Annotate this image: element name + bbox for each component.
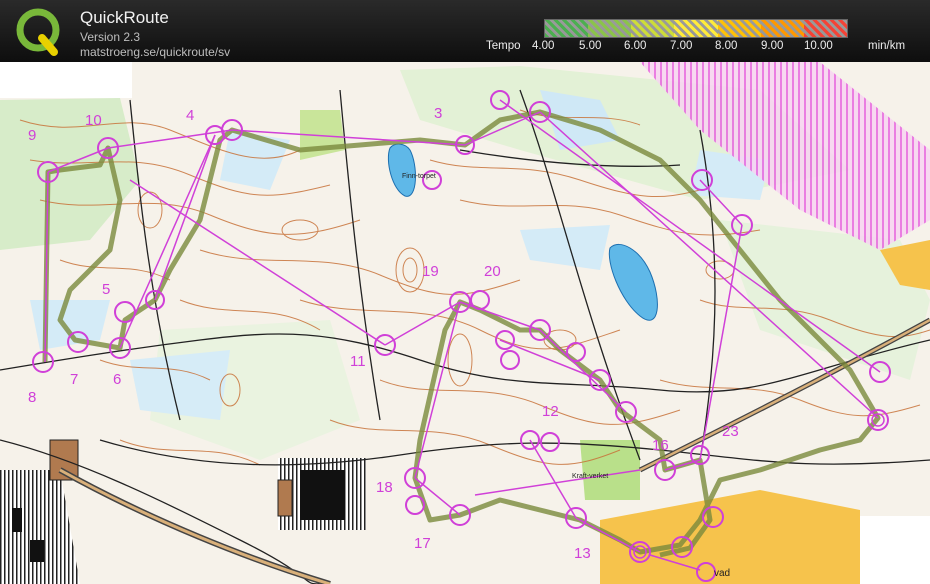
building [30, 540, 44, 562]
legend-tick: 7.00 [670, 40, 693, 52]
vegetation-area [580, 440, 640, 500]
control-number: 5 [102, 281, 110, 298]
control-number: 8 [28, 389, 36, 406]
bottom-place-label: vad [714, 568, 730, 579]
orienteering-map[interactable]: 9 10 4 3 5 7 6 8 19 20 11 12 16 23 18 17… [0, 62, 930, 584]
control-number: 10 [85, 112, 102, 129]
legend-tick: 9.00 [761, 40, 784, 52]
app-version: Version 2.3 [80, 30, 141, 44]
marsh-area [130, 350, 230, 420]
legend-tick: 4.00 [532, 40, 555, 52]
building [300, 470, 345, 520]
legend-segment [803, 20, 847, 37]
control-number: 17 [414, 535, 431, 552]
legend-segment [631, 20, 675, 37]
quickroute-logo-icon [16, 8, 60, 56]
control-number: 18 [376, 479, 393, 496]
control-number: 6 [113, 371, 121, 388]
control-number: 3 [434, 105, 442, 122]
app-title: QuickRoute [80, 8, 169, 27]
control-number: 19 [422, 263, 439, 280]
control-number: 23 [722, 423, 739, 440]
control-number: 20 [484, 263, 501, 280]
control-number: 7 [70, 371, 78, 388]
bottom-right-blank [860, 516, 930, 584]
legend-segment [545, 20, 589, 37]
legend-segment [717, 20, 761, 37]
control-number: 13 [574, 545, 591, 562]
legend-segment [588, 20, 632, 37]
control-number: 12 [542, 403, 559, 420]
legend-tick: 10.00 [804, 40, 833, 52]
control-number: 16 [652, 437, 669, 454]
app-header: QuickRoute Version 2.3 matstroeng.se/qui… [0, 0, 930, 62]
legend-segment [760, 20, 804, 37]
app-url[interactable]: matstroeng.se/quickroute/sv [80, 45, 230, 59]
control-number: 11 [350, 353, 366, 370]
legend-segment [674, 20, 718, 37]
legend-label: Tempo [486, 40, 521, 52]
pace-legend-bar [544, 19, 848, 38]
legend-tick: 5.00 [579, 40, 602, 52]
legend-tick: 6.00 [624, 40, 647, 52]
place-label: Kraft-verket [572, 473, 608, 480]
lake-label: Finn-torpet [402, 173, 436, 180]
top-left-blank [0, 62, 132, 98]
control-number: 9 [28, 127, 36, 144]
building [277, 479, 293, 517]
legend-tick: 8.00 [715, 40, 738, 52]
building [12, 508, 22, 532]
legend-unit: min/km [868, 40, 906, 52]
control-number: 4 [186, 107, 194, 124]
